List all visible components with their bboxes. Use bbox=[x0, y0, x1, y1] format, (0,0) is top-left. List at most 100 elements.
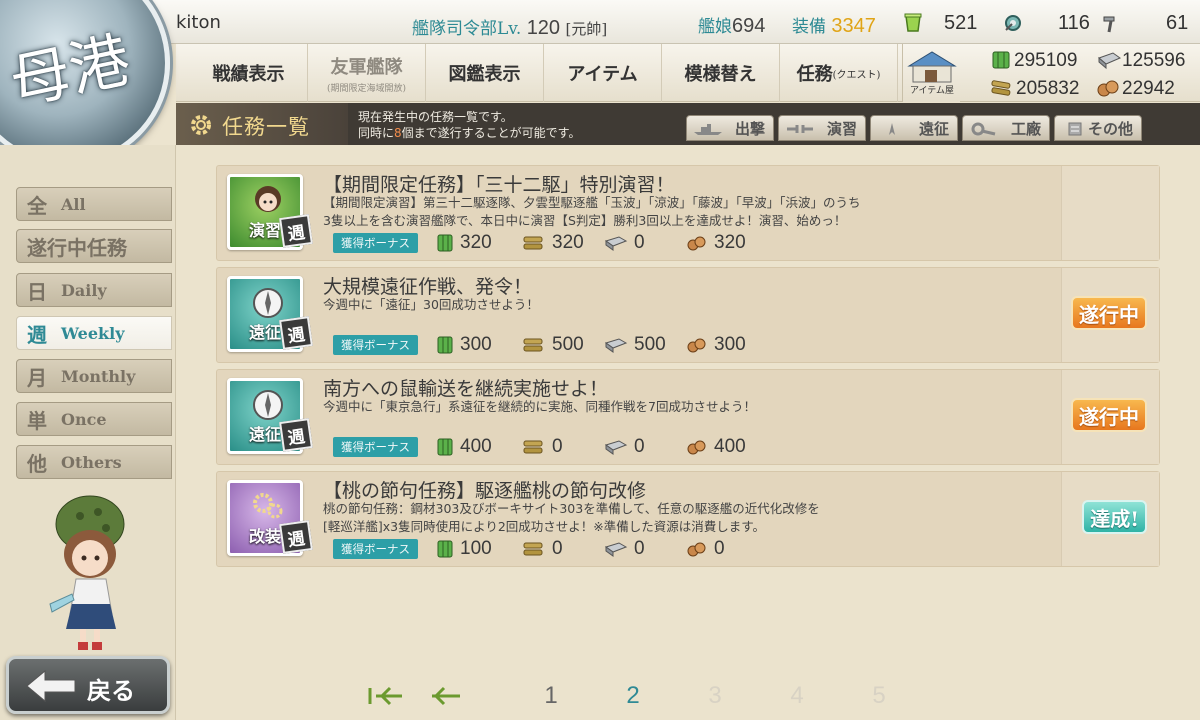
page-2[interactable]: 2 bbox=[592, 682, 674, 710]
steel-icon bbox=[604, 542, 628, 557]
quest-list-panel: 演習 週 【期間限定任務】「三十二駆」特別演習！ 【期間限定演習】第三十二駆逐隊… bbox=[176, 145, 1200, 720]
compass-icon bbox=[253, 390, 283, 420]
filter-in-progress[interactable]: 遂行中任務 bbox=[16, 229, 172, 263]
reward-fuel: 300 bbox=[436, 334, 522, 356]
equipment-count: 装備 3347 bbox=[792, 15, 876, 37]
ammo-icon bbox=[523, 440, 543, 454]
first-page-button[interactable] bbox=[366, 682, 406, 710]
repair-bucket-count: 521 bbox=[944, 12, 978, 34]
quest-card[interactable]: 遠征 週 大規模遠征作戦、発令！ 今週中に「遠征」30回成功させよう！ 獲得ボー… bbox=[216, 267, 1160, 363]
quest-name: 【期間限定任務】「三十二駆」特別演習！ bbox=[323, 174, 675, 196]
quest-detail: 今週中に「遠征」30回成功させよう！ bbox=[323, 297, 539, 312]
filter-all[interactable]: 全 All bbox=[16, 187, 172, 221]
ammo-amount: 205832 bbox=[1016, 78, 1080, 99]
shop-icon bbox=[907, 51, 957, 83]
nav-items[interactable]: アイテム bbox=[544, 44, 662, 102]
steel-icon bbox=[604, 236, 628, 251]
reward-steel: 0 bbox=[604, 538, 686, 560]
document-icon bbox=[1068, 122, 1082, 136]
quest-name: 【桃の節句任務】駆逐艦桃の節句改修 bbox=[323, 480, 647, 502]
nav-picture-book[interactable]: 図鑑表示 bbox=[426, 44, 544, 102]
filter-once[interactable]: 単 Once bbox=[16, 402, 172, 436]
filter-others[interactable]: 他 Others bbox=[16, 445, 172, 479]
filter-daily[interactable]: 日 Daily bbox=[16, 273, 172, 307]
fuel-icon bbox=[437, 438, 453, 456]
bauxite-icon bbox=[687, 440, 706, 455]
resource-panel: 295109 125596 205832 22942 bbox=[960, 44, 1200, 102]
reward-fuel: 100 bbox=[436, 538, 522, 560]
fuel-icon bbox=[437, 234, 453, 252]
bauxite-icon bbox=[687, 236, 706, 251]
item-shop-button[interactable]: アイテム屋 bbox=[902, 44, 960, 102]
gear-icon bbox=[191, 115, 211, 135]
character-face-icon bbox=[255, 186, 281, 212]
nav-friend-fleet[interactable]: 友軍艦隊 (期間限定海域開放) bbox=[308, 44, 426, 102]
prev-page-button[interactable] bbox=[426, 682, 466, 710]
fuel-amount: 295109 bbox=[1014, 50, 1078, 71]
reward-ammo: 0 bbox=[522, 538, 604, 560]
page-1[interactable]: 1 bbox=[510, 682, 592, 710]
nav-furniture[interactable]: 模様替え bbox=[662, 44, 780, 102]
quest-card[interactable]: 遠征 週 南方への鼠輸送を継続実施せよ！ 今週中に「東京急行」系遠征を継続的に実… bbox=[216, 369, 1160, 465]
bonus-label: 獲得ボーナス bbox=[333, 233, 418, 253]
quest-status-slot: 遂行中 bbox=[1061, 370, 1159, 464]
reward-steel: 0 bbox=[604, 232, 686, 254]
repair-bucket-icon bbox=[904, 13, 922, 32]
weekly-badge: 週 bbox=[279, 316, 313, 350]
reward-bauxite: 0 bbox=[686, 538, 725, 560]
quest-card[interactable]: 改装 週 【桃の節句任務】駆逐艦桃の節句改修 桃の節句任務：鋼材303及びボーキ… bbox=[216, 471, 1160, 567]
tab-sortie[interactable]: 出撃 bbox=[686, 115, 774, 141]
filter-monthly[interactable]: 月 Monthly bbox=[16, 359, 172, 393]
tab-expedition[interactable]: 遠征 bbox=[870, 115, 958, 141]
quest-card[interactable]: 演習 週 【期間限定任務】「三十二駆」特別演習！ 【期間限定演習】第三十二駆逐隊… bbox=[216, 165, 1160, 261]
status-badge-in-progress: 遂行中 bbox=[1071, 296, 1147, 330]
ammo-icon bbox=[523, 236, 543, 250]
reward-bauxite: 300 bbox=[686, 334, 746, 356]
weekly-badge: 週 bbox=[279, 520, 313, 554]
username: kiton bbox=[176, 12, 221, 33]
reward-row: 獲得ボーナス 100 0 0 0 bbox=[333, 538, 725, 560]
reward-bauxite: 400 bbox=[686, 436, 746, 458]
tab-exercise[interactable]: 演習 bbox=[778, 115, 866, 141]
steel-icon bbox=[604, 338, 628, 353]
status-badge-complete[interactable]: 達成! bbox=[1082, 500, 1147, 534]
development-material-count: 116 bbox=[1058, 12, 1090, 34]
nav-quests[interactable]: 任務 (クエスト) bbox=[780, 44, 898, 102]
bonus-label: 獲得ボーナス bbox=[333, 539, 418, 559]
battleship-icon bbox=[694, 124, 722, 135]
page-title: 任務一覧 bbox=[222, 115, 310, 139]
bauxite-icon bbox=[687, 338, 706, 353]
steel-icon bbox=[1098, 52, 1122, 70]
quest-list-header: 任務一覧 現在発生中の任務一覧です。 同時に8個まで遂行することが可能です。 出… bbox=[176, 103, 1200, 145]
page-5[interactable]: 5 bbox=[838, 682, 920, 710]
quest-status-slot: 遂行中 bbox=[1061, 268, 1159, 362]
reward-ammo: 0 bbox=[522, 436, 604, 458]
ammo-icon bbox=[523, 542, 543, 556]
development-material-icon bbox=[1005, 15, 1021, 31]
tab-arsenal[interactable]: 工廠 bbox=[962, 115, 1050, 141]
category-tabs: 出撃 演習 遠征 工廠 その他 bbox=[686, 115, 1142, 141]
page-3[interactable]: 3 bbox=[674, 682, 756, 710]
tab-others[interactable]: その他 bbox=[1054, 115, 1142, 141]
reward-ammo: 500 bbox=[522, 334, 604, 356]
quest-status-slot bbox=[1061, 166, 1159, 260]
fuel-icon bbox=[437, 336, 453, 354]
fuel-icon bbox=[992, 51, 1010, 69]
weekly-badge: 週 bbox=[279, 418, 313, 452]
back-button[interactable]: 戻る bbox=[6, 656, 170, 714]
filter-weekly[interactable]: 週 Weekly bbox=[16, 316, 172, 350]
back-label: 戻る bbox=[87, 676, 135, 705]
ammo-icon bbox=[991, 80, 1011, 96]
reward-fuel: 400 bbox=[436, 436, 522, 458]
weekly-badge: 週 bbox=[279, 214, 313, 248]
wrench-icon bbox=[971, 122, 996, 136]
reward-steel: 0 bbox=[604, 436, 686, 458]
reward-row: 獲得ボーナス 300 500 500 300 bbox=[333, 334, 746, 356]
quest-detail: 【期間限定演習】第三十二駆逐隊、夕雲型駆逐艦「玉波」「涼波」「藤波」「早波」「浜… bbox=[323, 195, 861, 228]
nav-records[interactable]: 戦績表示 bbox=[190, 44, 308, 102]
port-button[interactable]: 母港 bbox=[0, 0, 170, 166]
page-4[interactable]: 4 bbox=[756, 682, 838, 710]
fuel-icon bbox=[437, 540, 453, 558]
compass-icon bbox=[889, 123, 895, 135]
improvement-screw-icon bbox=[1103, 16, 1115, 33]
